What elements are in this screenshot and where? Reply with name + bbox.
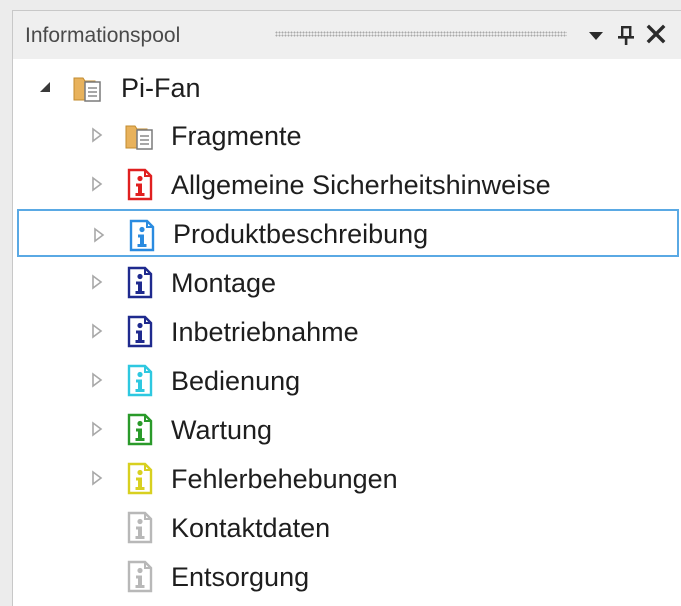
tree-item-label: Allgemeine Sicherheitshinweise bbox=[171, 170, 551, 200]
tree-item-row[interactable]: Bedienung bbox=[13, 356, 681, 404]
informationspool-panel: Informationspool Pi-Fan Fragmente Allgem… bbox=[12, 10, 681, 606]
drag-grip[interactable] bbox=[275, 31, 567, 37]
tree-item-label: Fehlerbehebungen bbox=[171, 464, 398, 494]
tree-item-label: Kontaktdaten bbox=[171, 513, 331, 543]
info-green-icon bbox=[123, 411, 157, 447]
close-icon[interactable] bbox=[643, 19, 669, 49]
tree-item-label: Montage bbox=[171, 268, 277, 298]
tree-item-label: Bedienung bbox=[171, 366, 301, 396]
tree-view: Pi-Fan Fragmente Allgemeine Sicherheitshi… bbox=[13, 59, 681, 606]
tree-item-row[interactable]: Produktbeschreibung bbox=[17, 209, 679, 257]
panel-titlebar[interactable]: Informationspool bbox=[13, 11, 681, 59]
expand-triangle-icon[interactable] bbox=[87, 174, 107, 194]
tree-item-label: Produktbeschreibung bbox=[173, 219, 429, 249]
expand-triangle-icon[interactable] bbox=[87, 272, 107, 292]
tree-item-label: Entsorgung bbox=[171, 562, 310, 592]
info-red-icon bbox=[123, 166, 157, 202]
info-gray-icon bbox=[123, 558, 157, 594]
tree-item-label: Fragmente bbox=[171, 121, 302, 151]
tree-item-label: Wartung bbox=[171, 415, 273, 445]
expand-triangle-icon[interactable] bbox=[87, 370, 107, 390]
tree-item-row[interactable]: Allgemeine Sicherheitshinweise bbox=[13, 160, 681, 208]
info-cyan-icon bbox=[123, 362, 157, 398]
collapse-triangle-icon[interactable] bbox=[37, 77, 57, 97]
tree-item-row[interactable]: Fehlerbehebungen bbox=[13, 454, 681, 502]
tree-item-row[interactable]: Montage bbox=[13, 258, 681, 306]
tree-item-label: Inbetriebnahme bbox=[171, 317, 359, 347]
info-yellow-icon bbox=[123, 460, 157, 496]
tree-root-row[interactable]: Pi-Fan bbox=[13, 63, 681, 111]
info-gray-icon bbox=[123, 509, 157, 545]
info-navy-icon bbox=[123, 313, 157, 349]
tree-root-label: Pi-Fan bbox=[121, 73, 201, 103]
folder-document-icon bbox=[71, 69, 105, 105]
dropdown-arrow-icon[interactable] bbox=[583, 19, 609, 49]
expand-triangle-icon[interactable] bbox=[87, 125, 107, 145]
expand-triangle-icon[interactable] bbox=[87, 468, 107, 488]
info-navy-icon bbox=[123, 264, 157, 300]
folder-document-icon bbox=[123, 117, 157, 153]
tree-item-row[interactable]: Kontaktdaten bbox=[13, 503, 681, 551]
expand-triangle-icon[interactable] bbox=[89, 225, 109, 245]
tree-item-row[interactable]: Wartung bbox=[13, 405, 681, 453]
info-blue-icon bbox=[125, 217, 159, 253]
pin-icon[interactable] bbox=[613, 19, 639, 49]
expand-triangle-icon[interactable] bbox=[87, 321, 107, 341]
panel-title: Informationspool bbox=[25, 24, 181, 47]
tree-item-row[interactable]: Entsorgung bbox=[13, 552, 681, 600]
tree-item-row[interactable]: Inbetriebnahme bbox=[13, 307, 681, 355]
tree-item-row[interactable]: Fragmente bbox=[13, 111, 681, 159]
expand-triangle-icon[interactable] bbox=[87, 419, 107, 439]
